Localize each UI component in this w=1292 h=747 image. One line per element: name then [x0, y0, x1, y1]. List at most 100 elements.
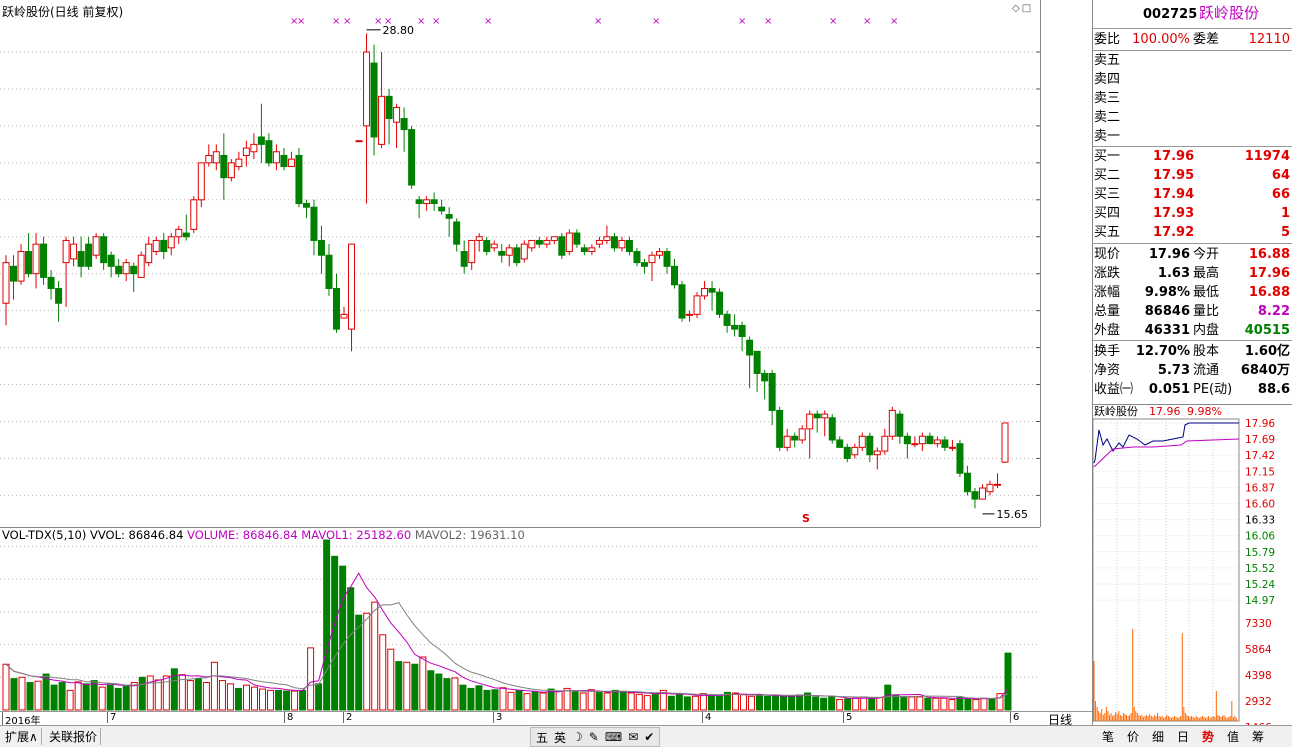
sell-level-row[interactable]: 卖二 [1093, 108, 1292, 127]
candle-body [978, 487, 986, 500]
volume-bar [34, 680, 42, 711]
candle-body [753, 350, 761, 374]
candle-body [971, 491, 979, 500]
row-label: 换手 [1094, 344, 1121, 359]
row-value-2: 8.22 [1257, 304, 1290, 319]
stat-row[interactable]: 涨跌 1.63 最高 17.96 [1093, 264, 1292, 283]
right-tab-0[interactable]: 笔 [1102, 728, 1114, 745]
row-label: 卖五 [1094, 53, 1121, 68]
event-marker: × [764, 16, 772, 27]
date-tick-label: 7 [107, 712, 116, 723]
candle-body [738, 324, 746, 338]
indicator-name[interactable]: VOL-TDX(5,10) [2, 528, 86, 542]
volume-bar [146, 675, 154, 711]
candle-body [956, 443, 964, 474]
buy-level-row[interactable]: 买四 17.93 1 [1093, 204, 1292, 223]
intraday-mini-chart[interactable]: 跃岭股份 17.96 9.98% 17.96 17.69 17.42 17.15 16.87 1… [1092, 404, 1292, 734]
candle-body [272, 151, 280, 164]
volume-bar [443, 678, 451, 711]
fundamental-row[interactable]: 净资 5.73 流通 6840万 [1093, 361, 1292, 380]
right-tab-1[interactable]: 价 [1127, 728, 1139, 745]
volume-chart[interactable]: 250002000015000100005000X10 [0, 528, 1095, 713]
tab-related-quotes[interactable]: 关联报价 [46, 728, 102, 745]
buy-level-row[interactable]: 买二 17.95 64 [1093, 166, 1292, 185]
english-icon[interactable]: 英 [554, 729, 566, 746]
fundamental-row[interactable]: 换手 12.70% 股本 1.60亿 [1093, 342, 1292, 361]
stat-row[interactable]: 涨幅 9.98% 最低 16.88 [1093, 283, 1292, 302]
candle-body [77, 251, 85, 267]
candle-body [918, 435, 926, 445]
candle-body [175, 228, 183, 238]
volume-bar [427, 670, 435, 711]
candle-body [265, 140, 273, 164]
stat-row[interactable]: 外盘 46331 内盘 40515 [1093, 321, 1292, 340]
keyboard-icon[interactable]: ⌨ [605, 730, 622, 744]
right-tab-5[interactable]: 值 [1227, 728, 1239, 745]
volume-bar [2, 663, 10, 711]
kline-panel[interactable]: 28.0027.0026.0025.0024.0023.0022.0021.00… [0, 0, 1090, 527]
row-label: 卖二 [1094, 110, 1121, 125]
intraday-svg[interactable]: 跃岭股份 17.96 9.98% 17.96 17.69 17.42 17.15 16.87 1… [1092, 404, 1292, 734]
stat-row[interactable]: 现价 17.96 今开 16.88 [1093, 245, 1292, 264]
moon-icon[interactable]: ☽ [572, 730, 583, 744]
tab-expand[interactable]: 扩展∧ [2, 728, 42, 745]
candle-body [648, 254, 656, 264]
candle-body [625, 239, 633, 253]
candle-body [32, 243, 40, 275]
right-tab-3[interactable]: 日 [1177, 728, 1189, 745]
date-tick-label: 2 [343, 712, 352, 723]
volume-bar [764, 695, 772, 711]
buy-level-row[interactable]: 买一 17.96 11974 [1093, 147, 1292, 166]
volume-bar [595, 691, 603, 711]
sell-level-row[interactable]: 卖一 [1093, 127, 1292, 146]
event-marker: × [343, 16, 351, 27]
fundamental-row[interactable]: 收益㈠ 0.051 PE(动) 88.6 [1093, 380, 1292, 399]
row-value: 5.73 [1157, 363, 1190, 378]
wubi-icon[interactable]: 五 [536, 729, 548, 746]
row-label-2: 量比 [1193, 304, 1220, 319]
candle-body [340, 313, 348, 319]
row-label: 收益㈠ [1094, 382, 1134, 397]
candle-body [2, 262, 10, 304]
sell-level-row[interactable]: 卖四 [1093, 70, 1292, 89]
row-value: 46331 [1144, 323, 1190, 338]
date-tick-label: 3 [493, 712, 502, 723]
low-label: 15.65 [996, 508, 1028, 521]
right-tab-4[interactable]: 势 [1202, 728, 1214, 745]
window-controls-icon[interactable]: ◇□ [1012, 3, 1033, 14]
candle-body [122, 262, 130, 275]
volume-bar [772, 695, 780, 711]
right-tab-6[interactable]: 筹 [1252, 728, 1264, 745]
stat-row[interactable]: 总量 86846 量比 8.22 [1093, 302, 1292, 321]
mini-vol-tick: 5864 [1245, 644, 1272, 656]
volume-bar [371, 601, 379, 711]
candle-body [746, 339, 754, 356]
row-value-2: 1.60亿 [1244, 344, 1290, 359]
quote-header: 002725 跃岭股份 [1093, 4, 1292, 24]
candle-body [445, 214, 453, 219]
candle-body [287, 158, 295, 168]
candle-body [280, 154, 288, 168]
volume-panel[interactable]: 250002000015000100005000X10 [0, 527, 1095, 713]
settings-icon[interactable]: ✔ [644, 730, 654, 744]
mail-icon[interactable]: ✉ [628, 730, 638, 744]
row-label: 买三 [1094, 187, 1121, 202]
candle-body [205, 154, 213, 164]
sell-level-row[interactable]: 卖三 [1093, 89, 1292, 108]
row-value: 17.96 [1148, 247, 1190, 262]
right-tab-2[interactable]: 细 [1152, 728, 1164, 745]
volume-bar [587, 689, 595, 711]
volume-bar [202, 682, 210, 711]
volume-bar [347, 587, 355, 711]
kline-chart[interactable]: 28.0027.0026.0025.0024.0023.0022.0021.00… [0, 0, 1090, 527]
sell-level-row[interactable]: 卖五 [1093, 51, 1292, 70]
pen-icon[interactable]: ✎ [589, 730, 599, 744]
volume-bar [315, 683, 323, 711]
volume-bar [980, 697, 988, 711]
buy-level-row[interactable]: 买五 17.92 5 [1093, 223, 1292, 242]
volume-bar [291, 690, 299, 711]
volume-bar [812, 696, 820, 711]
row-label: 卖四 [1094, 72, 1121, 87]
volume-bar [162, 675, 170, 711]
buy-level-row[interactable]: 买三 17.94 66 [1093, 185, 1292, 204]
